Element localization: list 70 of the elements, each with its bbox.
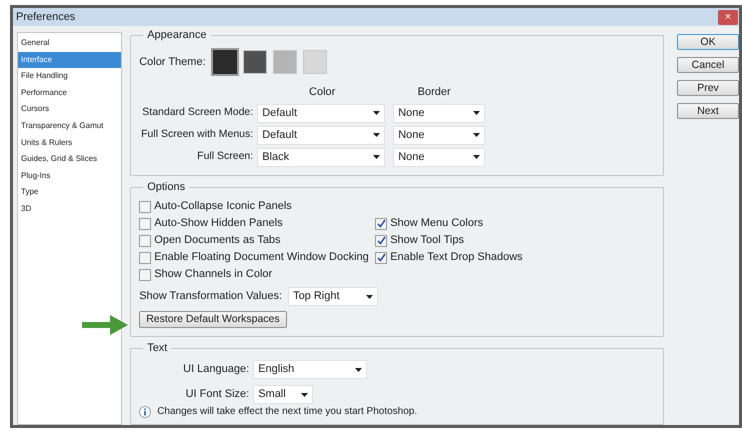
checkbox[interactable]: [139, 234, 152, 246]
color-dropdown[interactable]: Black: [257, 148, 386, 166]
checkbox[interactable]: [139, 268, 152, 280]
dropdown-caret-icon: [355, 368, 362, 372]
dropdown-caret-icon: [473, 133, 480, 137]
dropdown-caret-icon: [373, 155, 380, 159]
theme-swatch[interactable]: [302, 50, 327, 74]
sidebar-item[interactable]: Interface: [18, 52, 122, 68]
language-dropdown[interactable]: English: [253, 360, 368, 379]
checkbox-label: Open Documents as Tabs: [154, 233, 281, 248]
dialog-button[interactable]: Prev: [677, 80, 739, 96]
field-label: Color Theme:: [139, 54, 206, 70]
theme-swatch[interactable]: [242, 50, 267, 74]
group-title: Appearance: [143, 28, 211, 42]
sidebar-item[interactable]: 3D: [18, 200, 122, 218]
sidebar-item[interactable]: General: [18, 35, 122, 52]
info-icon: [139, 406, 152, 418]
field-label: Full Screen:: [196, 149, 254, 164]
checkbox[interactable]: [375, 218, 388, 230]
restore-workspaces-button[interactable]: Restore Default Workspaces: [139, 311, 287, 328]
dialog-button[interactable]: OK: [677, 34, 739, 50]
checkbox-label: Enable Floating Document Window Docking: [154, 250, 369, 266]
dropdown-caret-icon: [473, 111, 480, 115]
checkbox[interactable]: [139, 252, 152, 264]
column-header: Color: [308, 85, 336, 100]
sidebar-item[interactable]: Performance: [18, 84, 122, 102]
group-title: Options: [143, 180, 190, 194]
theme-swatch[interactable]: [272, 50, 297, 74]
restart-note: Changes will take effect the next time you start Photoshop.: [157, 406, 418, 418]
dialog-button[interactable]: Cancel: [677, 57, 739, 73]
column-header: Border: [416, 85, 452, 100]
dropdown-caret-icon: [473, 155, 480, 159]
checkbox-label: Show Channels in Color: [154, 267, 272, 282]
checkbox-label: Auto-Show Hidden Panels: [154, 216, 283, 232]
dropdown-caret-icon: [366, 294, 374, 298]
checkbox[interactable]: [139, 218, 152, 230]
sidebar-item[interactable]: File Handling: [18, 68, 122, 85]
sidebar-item[interactable]: Units & Rulers: [18, 134, 122, 152]
field-label: UI Font Size:: [184, 387, 250, 402]
dialog-button[interactable]: Next: [677, 103, 739, 119]
checkbox-label: Auto-Collapse Iconic Panels: [154, 199, 292, 214]
field-label: UI Language:: [182, 362, 250, 378]
arrow-icon: [82, 315, 128, 335]
window-title: Preferences: [16, 10, 76, 25]
dropdown-caret-icon: [373, 133, 380, 137]
field-label: Standard Screen Mode:: [141, 105, 254, 120]
sidebar-item[interactable]: Type: [18, 184, 122, 201]
dropdown-caret-icon: [301, 392, 308, 396]
sidebar-item[interactable]: Plug-Ins: [18, 168, 122, 184]
checkbox[interactable]: [139, 200, 152, 212]
checkbox[interactable]: [375, 234, 388, 246]
checkbox-label: Show Menu Colors: [390, 216, 484, 232]
close-button[interactable]: ×: [718, 10, 738, 24]
color-dropdown[interactable]: Default: [257, 126, 386, 144]
checkbox-label: Show Tool Tips: [390, 233, 464, 248]
theme-swatch[interactable]: [212, 50, 237, 74]
font-size-dropdown[interactable]: Small: [253, 385, 314, 404]
sidebar-item[interactable]: Transparency & Gamut: [18, 118, 122, 135]
field-label: Full Screen with Menus:: [140, 127, 254, 142]
dropdown-caret-icon: [373, 111, 380, 115]
sidebar-item[interactable]: Guides, Grid & Slices: [18, 151, 122, 168]
transformation-dropdown[interactable]: Top Right: [288, 287, 378, 306]
border-dropdown[interactable]: None: [393, 104, 486, 122]
sidebar-item[interactable]: Cursors: [18, 101, 122, 118]
border-dropdown[interactable]: None: [393, 126, 486, 144]
field-label: Show Transformation Values:: [139, 289, 282, 304]
color-dropdown[interactable]: Default: [257, 104, 386, 122]
checkbox-label: Enable Text Drop Shadows: [390, 250, 523, 266]
border-dropdown[interactable]: None: [393, 148, 486, 166]
checkbox[interactable]: [375, 252, 388, 264]
